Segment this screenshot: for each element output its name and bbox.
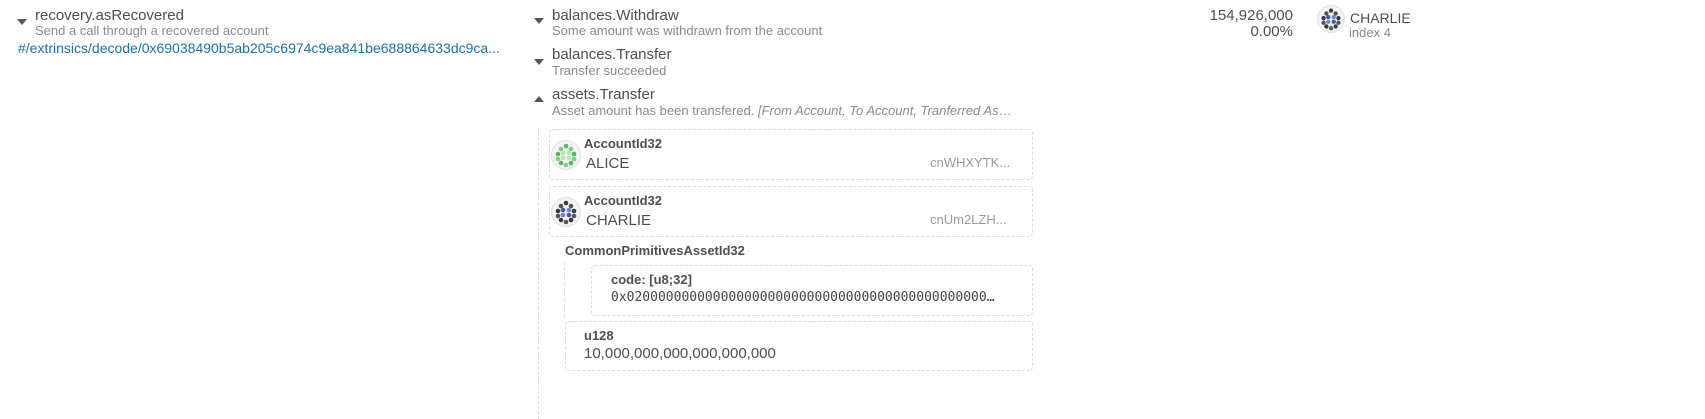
amount-value: 10,000,000,000,000,000,000: [584, 345, 776, 362]
fee-percent: 0.00%: [1250, 23, 1293, 40]
fee-weight: 154,926,000: [1209, 7, 1293, 24]
signer-identicon-icon[interactable]: [1317, 5, 1345, 33]
event-title-transfer[interactable]: balances.Transfer: [552, 46, 672, 63]
expand-event-withdraw-icon[interactable]: [534, 18, 544, 24]
charlie-identicon-icon[interactable]: [551, 197, 581, 227]
event-params-container: [538, 128, 539, 419]
signer-name[interactable]: CHARLIE: [1350, 10, 1411, 26]
event-title-withdraw[interactable]: balances.Withdraw: [552, 7, 679, 24]
event-title-assets-transfer[interactable]: assets.Transfer: [552, 86, 655, 103]
event-description-withdraw: Some amount was withdrawn from the accou…: [552, 23, 823, 38]
from-account-name[interactable]: ALICE: [586, 155, 629, 172]
event-description-text: Asset amount has been transfered.: [552, 103, 755, 118]
to-account-name[interactable]: CHARLIE: [586, 212, 651, 229]
signer-index: index 4: [1349, 25, 1391, 40]
event-params-hint: [From Account, To Account, Tranferred As…: [757, 103, 1017, 118]
collapse-event-assets-transfer-icon[interactable]: [534, 96, 544, 102]
to-account-type: AccountId32: [584, 193, 663, 208]
asset-code-label: code: [u8;32]: [611, 272, 692, 287]
asset-id-left-rule: [564, 262, 565, 317]
extrinsic-title: recovery.asRecovered: [35, 7, 184, 24]
expand-event-transfer-icon[interactable]: [534, 59, 544, 65]
asset-id-type: CommonPrimitivesAssetId32: [565, 243, 745, 258]
alice-identicon-icon[interactable]: [551, 140, 581, 170]
from-account-address[interactable]: cnWHXYTK...: [930, 155, 1010, 170]
event-description-assets-transfer: Asset amount has been transfered. [From …: [552, 103, 1017, 118]
asset-code-value: 0x02000000000000000000000000000000000000…: [611, 290, 1001, 305]
expand-extrinsic-caret-icon[interactable]: [17, 19, 27, 25]
extrinsic-decode-link[interactable]: #/extrinsics/decode/0x69038490b5ab205c69…: [18, 40, 508, 56]
amount-type: u128: [584, 328, 614, 343]
from-account-type: AccountId32: [584, 136, 663, 151]
extrinsic-description: Send a call through a recovered account: [35, 23, 269, 38]
event-description-transfer: Transfer succeeded: [552, 63, 667, 78]
to-account-address[interactable]: cnUm2LZH...: [930, 212, 1007, 227]
